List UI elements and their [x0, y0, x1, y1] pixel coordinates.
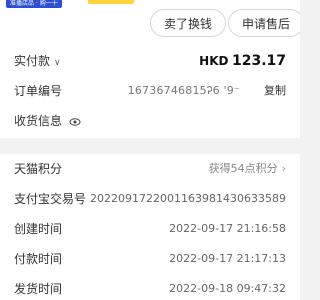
order-number-label: 订单编号	[14, 84, 63, 98]
order-details-card: 天猫积分 获得54点积分 › 支付宝交易号 2022091722001163981…	[0, 154, 300, 300]
order-detail-page: 准播店品 · 购一十 卖了换钱 申请售后 实付款 ∨ HKD 123.17 订单编…	[0, 0, 300, 300]
receiver-info-row[interactable]: 收货信息	[0, 110, 300, 132]
created-time-row: 创建时间 2022-09-17 21:16:58	[0, 218, 300, 240]
order-number-row: 订单编号 16736746815Ꭾ6 '9⁻ 复制	[0, 80, 300, 102]
shipped-time-row: 发货时间 2022-09-18 09:47:32	[0, 278, 300, 300]
created-time-value: 2022-09-17 21:16:58	[169, 222, 286, 235]
paid-time-row: 付款时间 2022-09-17 21:17:13	[0, 248, 300, 270]
paid-time-value: 2022-09-17 21:17:13	[169, 252, 286, 265]
order-summary-card: 实付款 ∨ HKD 123.17 订单编号 16736746815Ꭾ6 '9⁻ 复…	[0, 46, 300, 138]
chevron-right-icon: ›	[281, 162, 286, 175]
shipped-time-value: 2022-09-18 09:47:32	[169, 282, 286, 295]
alipay-transaction-value: 2022091722001163981430633589	[90, 192, 286, 205]
tmall-points-label: 天猫积分	[14, 162, 63, 176]
order-number-value: 16736746815Ꭾ6 '9⁻	[127, 84, 240, 97]
promo-strip	[88, 0, 134, 4]
created-time-label: 创建时间	[14, 222, 63, 236]
resell-button[interactable]: 卖了换钱	[150, 9, 226, 37]
copy-button[interactable]: 复制	[264, 80, 286, 102]
payment-label: 实付款 ∨	[14, 50, 61, 74]
receiver-info-label: 收货信息	[14, 110, 81, 134]
tmall-points-value: 获得54点积分 ›	[209, 158, 286, 180]
apply-after-sales-button[interactable]: 申请售后	[228, 9, 300, 37]
shipped-time-label: 发货时间	[14, 282, 63, 296]
tmall-points-row[interactable]: 天猫积分 获得54点积分 ›	[0, 158, 300, 180]
chevron-down-icon: ∨	[54, 58, 61, 68]
eye-icon[interactable]	[69, 112, 81, 134]
order-action-bar: 准播店品 · 购一十 卖了换钱 申请售后	[0, 0, 300, 48]
payment-row[interactable]: 实付款 ∨ HKD 123.17	[0, 50, 300, 72]
payment-amount: HKD 123.17	[199, 53, 286, 69]
paid-time-label: 付款时间	[14, 252, 63, 266]
store-tag: 准播店品 · 购一十	[6, 0, 62, 8]
alipay-transaction-label: 支付宝交易号	[14, 192, 87, 206]
alipay-transaction-row: 支付宝交易号 2022091722001163981430633589	[0, 188, 300, 210]
